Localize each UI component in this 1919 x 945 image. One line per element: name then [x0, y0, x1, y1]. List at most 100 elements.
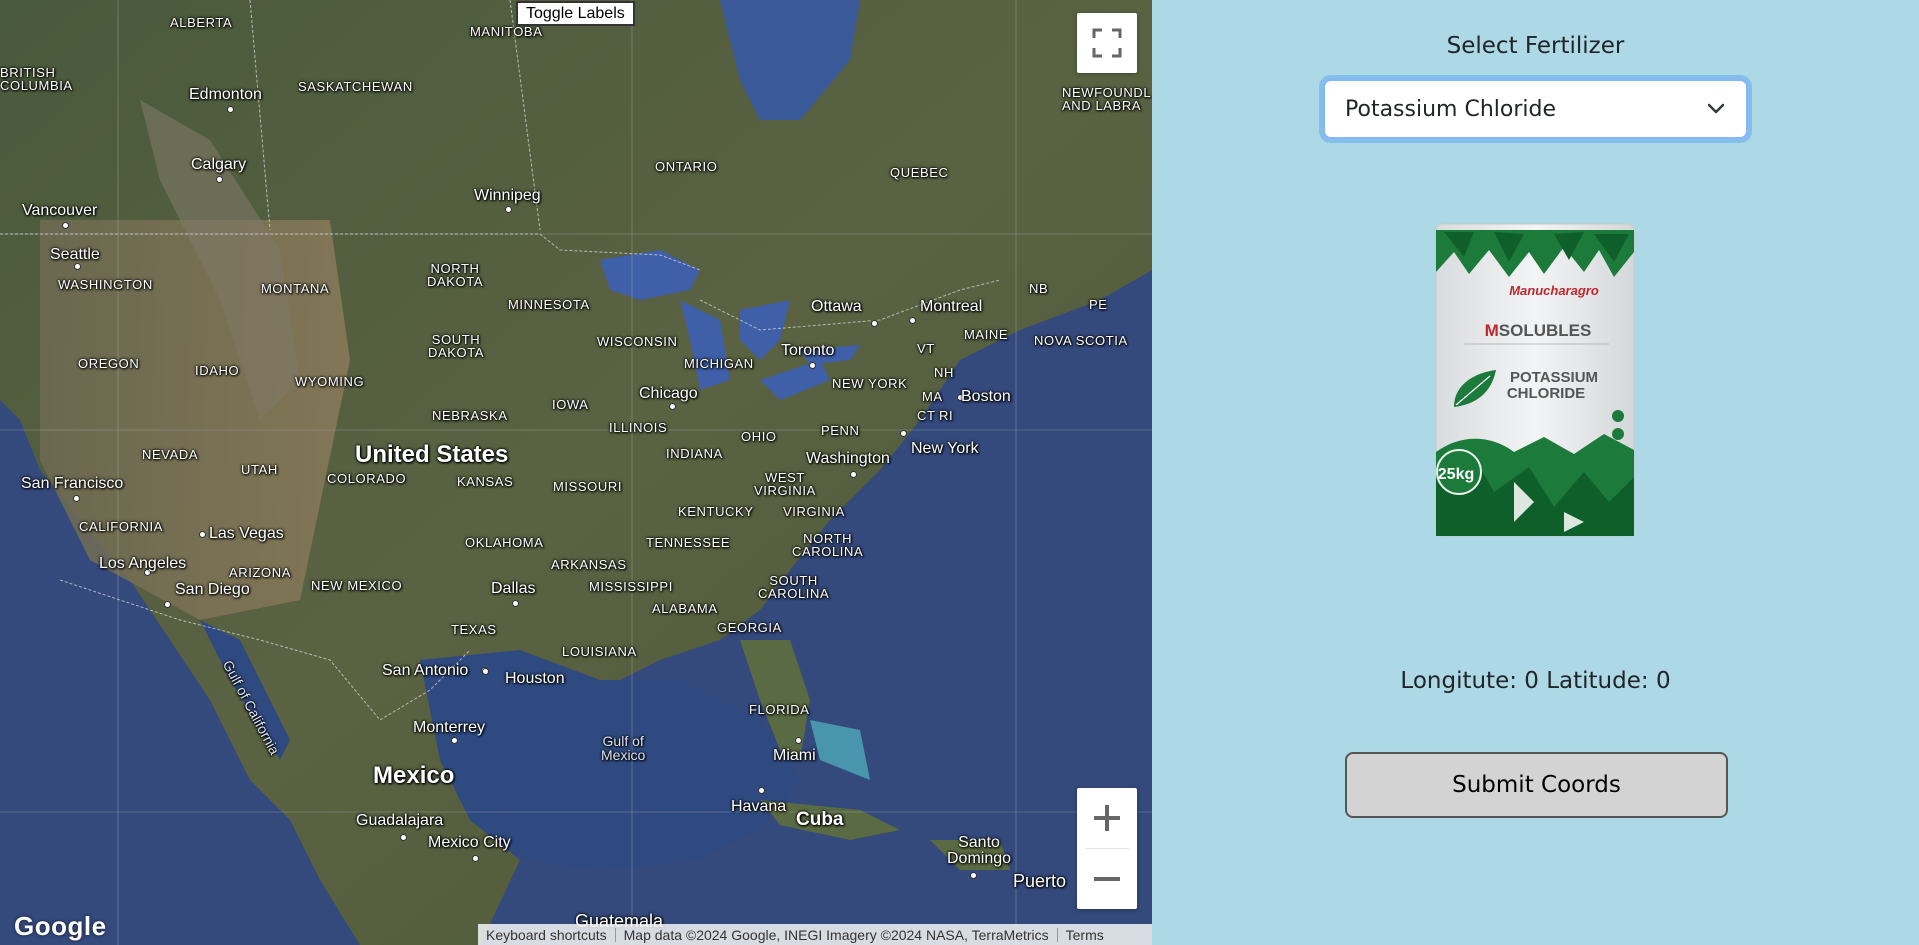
label-ri: RI — [939, 408, 954, 423]
label-nebraska: NEBRASKA — [432, 408, 508, 423]
label-cuba: Cuba — [796, 809, 844, 830]
keyboard-shortcuts-link[interactable]: Keyboard shortcuts — [486, 927, 607, 943]
calgary-marker — [216, 176, 223, 183]
label-ohio: OHIO — [741, 429, 777, 444]
washington-marker — [850, 471, 857, 478]
label-monterrey: Monterrey — [413, 719, 486, 736]
zoom-controls — [1077, 788, 1137, 909]
map-data-text: Map data ©2024 Google, INEGI Imagery ©20… — [616, 927, 1058, 942]
vancouver-marker — [62, 222, 69, 229]
label-wisconsin: WISCONSIN — [597, 334, 678, 349]
label-los-angeles: Los Angeles — [99, 555, 187, 572]
label-nh: NH — [934, 365, 954, 380]
label-pe: PE — [1089, 297, 1108, 312]
label-dallas: Dallas — [491, 580, 536, 597]
label-utah: UTAH — [241, 462, 278, 477]
label-puerto: Puerto — [1013, 871, 1067, 891]
label-nova-scotia: NOVA SCOTIA — [1034, 333, 1128, 348]
label-manitoba: MANITOBA — [470, 24, 543, 39]
fertilizer-panel: Select Fertilizer Potassium Chloride Man… — [1152, 0, 1919, 945]
havana-marker — [758, 787, 765, 794]
santo-domingo-marker — [970, 872, 977, 879]
montreal-marker — [909, 317, 916, 324]
submit-coords-button[interactable]: Submit Coords — [1345, 752, 1728, 818]
map-view[interactable]: ALBERTA MANITOBA BRITISH COLUMBIA SASKAT… — [0, 0, 1152, 945]
label-mexico-city: Mexico City — [428, 834, 511, 851]
label-nb: NB — [1029, 281, 1049, 296]
label-west-virginia: WEST VIRGINIA — [754, 470, 816, 498]
label-arizona: ARIZONA — [229, 565, 291, 580]
label-new-york: New York — [911, 440, 979, 457]
label-miami: Miami — [773, 747, 816, 764]
san-francisco-marker — [73, 495, 80, 502]
label-ma: MA — [922, 389, 943, 404]
label-alabama: ALABAMA — [652, 601, 718, 616]
label-georgia: GEORGIA — [717, 620, 782, 635]
label-santo-domingo: Santo Domingo — [947, 834, 1012, 867]
svg-text:MSOLUBLES: MSOLUBLES — [1485, 321, 1592, 340]
label-washington-state: WASHINGTON — [58, 277, 153, 292]
label-seattle: Seattle — [50, 246, 100, 263]
label-winnipeg: Winnipeg — [474, 187, 541, 204]
ottawa-marker — [871, 320, 878, 327]
fullscreen-button[interactable] — [1077, 13, 1137, 73]
chevron-down-icon — [1707, 103, 1725, 114]
winnipeg-marker — [505, 206, 512, 213]
label-tennessee: TENNESSEE — [646, 535, 731, 550]
label-florida: FLORIDA — [749, 702, 810, 717]
las-vegas-marker — [199, 531, 206, 538]
label-maine: MAINE — [964, 327, 1009, 342]
label-british-columbia: BRITISH COLUMBIA — [0, 65, 73, 93]
label-saskatchewan: SASKATCHEWAN — [298, 79, 413, 94]
label-kentucky: KENTUCKY — [678, 504, 754, 519]
label-calgary: Calgary — [191, 156, 247, 173]
label-san-francisco: San Francisco — [21, 475, 124, 492]
toggle-labels-button[interactable]: Toggle Labels — [516, 1, 635, 26]
label-minnesota: MINNESOTA — [508, 297, 590, 312]
select-fertilizer-title: Select Fertilizer — [1446, 33, 1625, 59]
chicago-marker — [669, 403, 676, 410]
label-chicago: Chicago — [639, 385, 698, 402]
plus-icon — [1094, 805, 1120, 831]
zoom-in-button[interactable] — [1077, 788, 1137, 848]
label-virginia: VIRGINIA — [783, 504, 845, 519]
label-mexico: Mexico — [373, 762, 455, 789]
label-vt: VT — [917, 341, 935, 356]
coordinates-display: Longitute: 0 Latitude: 0 — [1400, 668, 1671, 694]
label-quebec: QUEBEC — [890, 165, 949, 180]
label-oklahoma: OKLAHOMA — [465, 535, 544, 550]
san-diego-marker — [164, 601, 171, 608]
fertilizer-product-image: Manucharagro MSOLUBLES POTASSIUM CHLORID… — [1435, 223, 1635, 537]
zoom-out-button[interactable] — [1077, 849, 1137, 909]
label-colorado: COLORADO — [327, 471, 407, 486]
label-oregon: OREGON — [78, 356, 140, 371]
label-gulf-of-mexico: Gulf of Mexico — [601, 733, 646, 763]
label-california: CALIFORNIA — [79, 519, 164, 534]
label-new-york-state: NEW YORK — [832, 376, 908, 391]
svg-text:25kg: 25kg — [1438, 466, 1474, 483]
label-toronto: Toronto — [781, 342, 835, 359]
label-ottawa: Ottawa — [811, 298, 862, 315]
label-north-dakota: NORTH DAKOTA — [427, 261, 484, 289]
label-newfoundland: NEWFOUNDL AND LABRA — [1062, 85, 1152, 113]
label-penn: PENN — [821, 423, 860, 438]
label-houston: Houston — [505, 670, 565, 687]
label-united-states: United States — [355, 441, 509, 468]
terms-link[interactable]: Terms — [1066, 927, 1104, 943]
label-wyoming: WYOMING — [295, 374, 365, 389]
label-alberta: ALBERTA — [170, 15, 233, 30]
fullscreen-icon — [1092, 28, 1122, 58]
label-las-vegas: Las Vegas — [209, 525, 284, 542]
svg-text:POTASSIUM: POTASSIUM — [1510, 369, 1598, 386]
label-havana: Havana — [731, 798, 787, 815]
fertilizer-select[interactable]: Potassium Chloride — [1323, 79, 1748, 139]
label-boston: Boston — [961, 388, 1011, 405]
label-san-antonio: San Antonio — [382, 662, 469, 679]
label-texas: TEXAS — [451, 622, 497, 637]
label-washington-dc: Washington — [806, 450, 890, 467]
dallas-marker — [512, 600, 519, 607]
label-michigan: MICHIGAN — [684, 356, 754, 371]
label-new-mexico: NEW MEXICO — [311, 578, 403, 593]
seattle-marker — [74, 263, 81, 270]
map-attribution-bar: Keyboard shortcuts Map data ©2024 Google… — [478, 924, 1152, 945]
